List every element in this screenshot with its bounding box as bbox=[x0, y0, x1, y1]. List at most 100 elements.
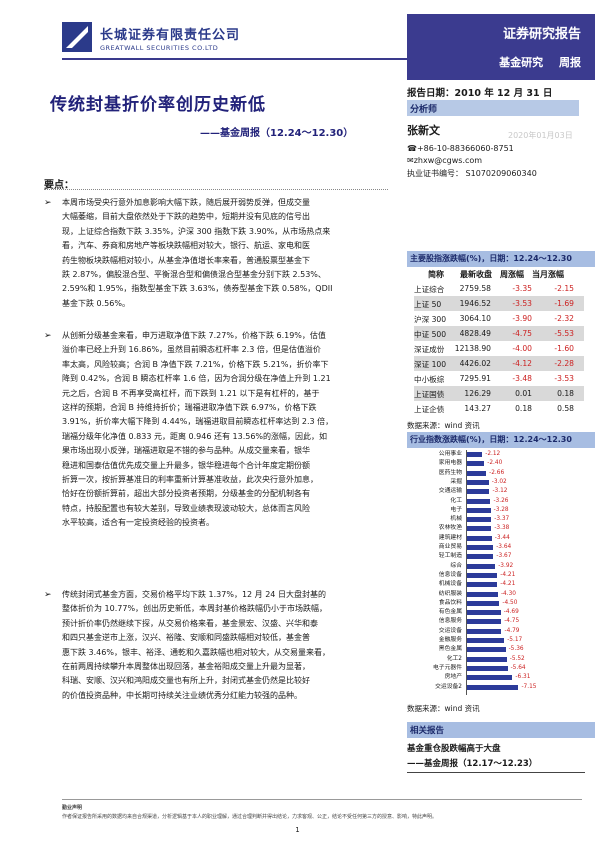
index-cell-close: 126.29 bbox=[464, 389, 491, 398]
chart-bar bbox=[467, 517, 492, 523]
chart-value-label: -2.40 bbox=[487, 460, 503, 467]
chart-category-label: 轻工制造 bbox=[438, 553, 462, 560]
disclaimer-text: 作者保证报告所采用的数据均来自合规渠道，分析逻辑基于本人的职业理解，通过合理判断… bbox=[62, 814, 438, 820]
chart-bar bbox=[467, 507, 491, 513]
index-cell-name: 上证综合 bbox=[414, 285, 445, 294]
bullet-arrow-icon: ➢ bbox=[44, 198, 52, 208]
related-reports-bar: 相关报告 bbox=[407, 722, 595, 738]
index-cell-week: -3.53 bbox=[512, 299, 532, 308]
bullet-arrow-icon: ➢ bbox=[44, 331, 52, 341]
chart-value-label: -5.64 bbox=[510, 664, 526, 671]
analyst-phone: ☎+86-10-88366060-8751 bbox=[407, 144, 514, 153]
chart-bar bbox=[467, 554, 494, 560]
paragraph-line: 元之后，合润 B 不再享受高杠杆，而下跌到 1.21 以下是有杠杆的，基于 bbox=[62, 388, 320, 398]
index-cell-month: -5.53 bbox=[554, 329, 574, 338]
index-cell-week: -3.35 bbox=[512, 284, 532, 293]
index-cell-month: -1.60 bbox=[554, 344, 574, 353]
chart-value-label: -4.50 bbox=[502, 599, 518, 606]
paragraph-line: 水平较高，适合有一定投资经验的投资者。 bbox=[62, 518, 214, 528]
index-cell-name: 上证 50 bbox=[414, 300, 442, 309]
paragraph-line: 现，上证综合指数下跌 3.35%，沪深 300 指数下跌 3.90%，从市场热点… bbox=[62, 226, 331, 236]
paragraph-line: 率太高，风险较高；合润 B 净值下跌 7.21%，价格下跌 5.21%，折价率下 bbox=[62, 359, 329, 369]
chart-bar bbox=[467, 647, 506, 653]
index-cell-week: -4.12 bbox=[512, 359, 532, 368]
page-title: 传统封基折价率创历史新低 bbox=[50, 95, 266, 115]
chart-category-label: 信息服务 bbox=[438, 618, 462, 625]
paragraph-line: 传统封闭式基金方面，交易价格平均下跌 1.37%，12 月 24 日大盘封基的 bbox=[62, 590, 326, 599]
chart-category-label: 建筑建材 bbox=[438, 534, 462, 541]
chart-category-label: 采掘 bbox=[450, 478, 462, 485]
index-col-week: 周涨幅 bbox=[500, 270, 524, 279]
index-row: 上证国债 126.29 0.01 0.18 bbox=[414, 386, 584, 401]
paragraph-line: 恰好在份额折算前，超出大部分投资者预期，分级基金的分配机制各有 bbox=[62, 489, 310, 499]
related-divider bbox=[407, 772, 585, 773]
chart-value-label: -3.64 bbox=[496, 544, 512, 550]
related-report-title[interactable]: 基金重仓股跌幅高于大盘 bbox=[407, 742, 501, 754]
chart-category-label: 房地产 bbox=[444, 674, 462, 681]
chart-bar bbox=[467, 628, 502, 634]
index-cell-week: -3.90 bbox=[512, 314, 532, 323]
chart-category-label: 金融服务 bbox=[438, 637, 462, 643]
disclaimer-heading: 勤业声明 bbox=[62, 805, 83, 811]
chart-value-label: -4.75 bbox=[504, 618, 520, 625]
index-row: 中证 500 4828.49 -4.75 -5.53 bbox=[414, 326, 584, 341]
paragraph-line: 这样的预期，合润 B 持维持折价；瑞福进取净值下跌 6.97%，价格下跌 bbox=[62, 403, 317, 413]
paragraph-line: 稳进和国泰估值优先成交量上升最多，银华稳进每个合计年度定期份额 bbox=[62, 460, 310, 470]
report-category-label: 基金研究 bbox=[499, 56, 544, 69]
chart-category-label: 公用事业 bbox=[438, 451, 462, 457]
index-cell-close: 143.27 bbox=[464, 404, 491, 413]
header-rule bbox=[62, 58, 407, 60]
chart-bar bbox=[467, 591, 498, 597]
chart-bar bbox=[467, 498, 491, 504]
index-cell-close: 3064.10 bbox=[459, 314, 491, 323]
chart-category-label: 纺织服装 bbox=[438, 590, 462, 597]
index-row: 上证企债 143.27 0.18 0.58 bbox=[414, 401, 584, 416]
chart-bar bbox=[467, 684, 519, 690]
paragraph-line: 科瑞、安顺、汉兴和鸿阳成交量也有所上升，封闭式基金仍然是比较好 bbox=[62, 676, 310, 686]
chart-category-label: 机械 bbox=[450, 516, 462, 523]
index-section-header: 主要股指涨跌幅(%)，日期：12.24～12.30 bbox=[410, 254, 572, 263]
chart-bar bbox=[467, 600, 500, 606]
index-row: 中小板综 7295.91 -3.48 -3.53 bbox=[414, 371, 584, 386]
chart-value-label: -2.12 bbox=[485, 451, 501, 457]
paragraph-line: 瑞福分级年化净值 0.833 元，距离 0.946 还有 13.56%的涨幅，因… bbox=[62, 431, 328, 441]
chart-value-label: -3.92 bbox=[498, 562, 514, 569]
chart-value-label: -4.69 bbox=[503, 609, 519, 616]
index-section-bar: 主要股指涨跌幅(%)，日期：12.24～12.30 bbox=[407, 251, 595, 267]
chart-value-label: -5.17 bbox=[507, 637, 523, 643]
paragraph-line: 整体折价为 10.77%，创出历史新低，本周封基价格跌幅仍小于市场跌幅， bbox=[62, 604, 328, 614]
company-logo-icon bbox=[62, 22, 92, 52]
company-name-cn: 长城证券有限责任公司 bbox=[100, 28, 241, 43]
page-subtitle: ——基金周报（12.24～12.30） bbox=[200, 128, 354, 139]
chart-value-label: -4.21 bbox=[500, 581, 516, 588]
industry-source: 数据来源：wind 资讯 bbox=[407, 704, 480, 713]
chart-category-label: 交运设备 bbox=[438, 627, 462, 634]
bullet-arrow-icon: ➢ bbox=[44, 590, 52, 600]
chart-value-label: -3.28 bbox=[493, 506, 509, 513]
paragraph-line: 在前两周持续攀升本周整体出现回落，基金裕阳成交量上升最为显著， bbox=[62, 662, 310, 672]
paragraph-line: 3.91%，折价率大幅下降到 4.44%，瑞福进取目前瞬态杠杆率达到 2.3 倍… bbox=[62, 417, 334, 427]
chart-category-label: 交通运输 bbox=[438, 488, 462, 495]
analyst-label: 分析师 bbox=[410, 105, 438, 115]
chart-value-label: -4.21 bbox=[500, 571, 516, 578]
index-cell-week: 0.18 bbox=[515, 404, 532, 413]
chart-category-label: 商业贸易 bbox=[438, 544, 462, 550]
report-type-banner: 证券研究报告 基金研究 周报 bbox=[407, 14, 595, 80]
paragraph-line: 2.59%和 1.95%，指数型基金下跌 3.63%，债券型基金下跌 0.58%… bbox=[62, 284, 333, 294]
chart-value-label: -3.38 bbox=[494, 525, 510, 532]
highlight-paragraph-3: 传统封闭式基金方面，交易价格平均下跌 1.37%，12 月 24 日大盘封基的 … bbox=[62, 588, 396, 703]
chart-category-label: 医药生物 bbox=[438, 469, 462, 476]
paragraph-line: 特点，持股配置也有较大差别，导致业绩表现波动较大，总体而言风险 bbox=[62, 503, 310, 513]
index-cell-month: -3.53 bbox=[554, 374, 574, 383]
chart-value-label: -3.26 bbox=[493, 497, 509, 504]
chart-value-label: -3.44 bbox=[494, 534, 510, 541]
chart-bar bbox=[467, 545, 494, 550]
paragraph-line: 溢价率已经上升到 16.86%，虽然目前瞬态杠杆率 2.3 倍，但是估值溢价 bbox=[62, 345, 321, 355]
paragraph-line: 大幅萎缩，目前大盘依然处于下跌的趋势中，短期并没有见底的信号出 bbox=[62, 212, 310, 222]
related-report-subtitle[interactable]: ——基金周报（12.17～12.23） bbox=[407, 757, 537, 769]
chart-bar bbox=[467, 619, 502, 625]
chart-category-label: 信息设备 bbox=[438, 571, 462, 578]
chart-value-label: -5.36 bbox=[508, 646, 524, 653]
report-frequency: 周报 bbox=[559, 56, 581, 69]
paragraph-line: 折算一次，按折算基准日的利率重新计算基准收益，此次央行意外加息， bbox=[62, 475, 318, 485]
